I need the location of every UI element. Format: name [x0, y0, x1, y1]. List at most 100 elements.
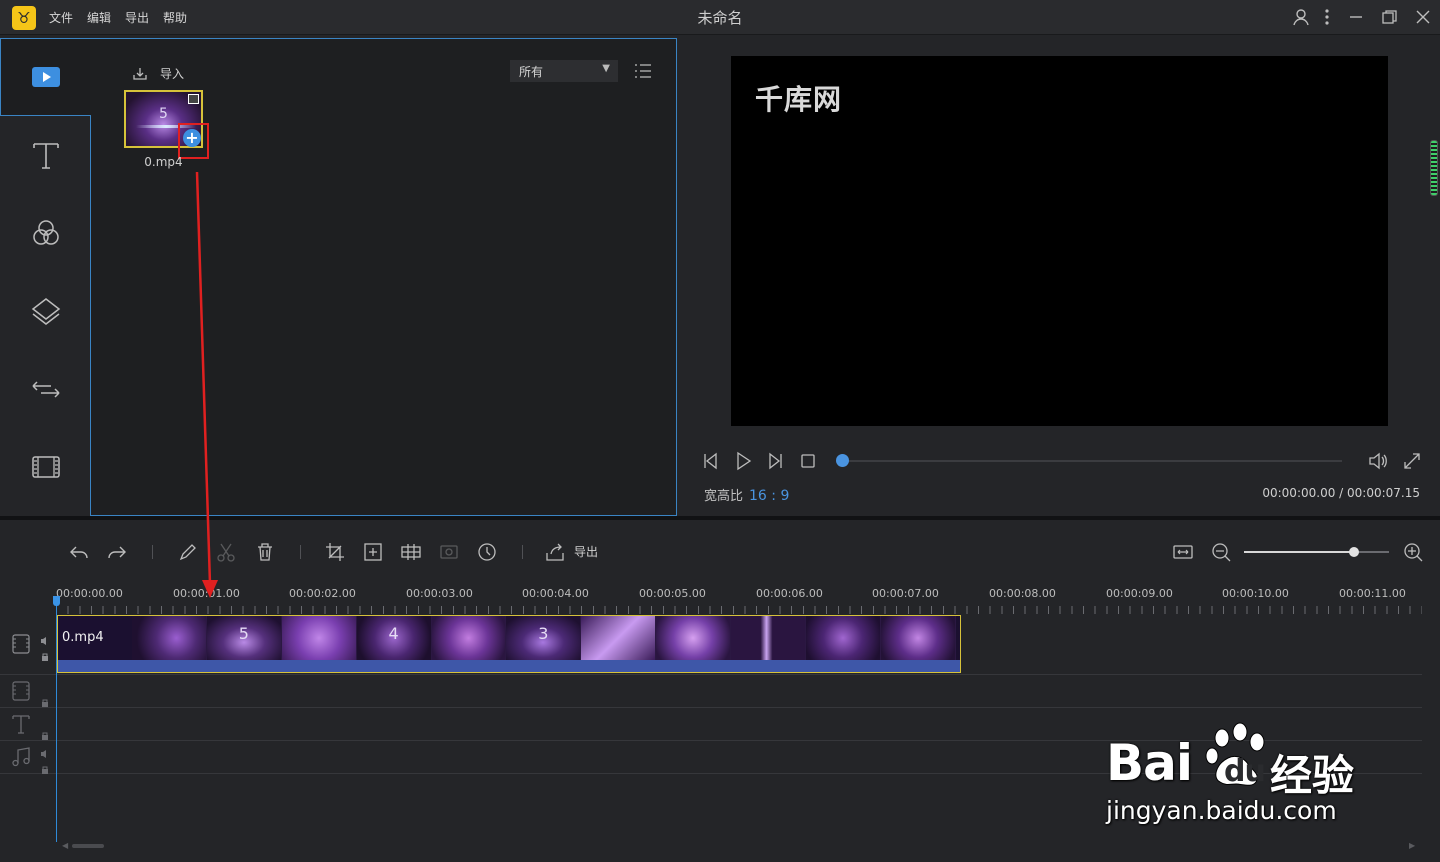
menu-help[interactable]: 帮助: [163, 9, 187, 26]
more-icon[interactable]: [1316, 6, 1338, 28]
menu-edit[interactable]: 编辑: [87, 9, 111, 26]
aspect-label: 宽高比: [704, 489, 744, 504]
clip-frame: [132, 616, 207, 660]
export-button[interactable]: 导出: [574, 543, 598, 560]
aspect-value[interactable]: 16 : 9: [749, 488, 789, 504]
freeze-frame-icon[interactable]: [438, 541, 460, 563]
ruler-label: 00:00:06.00: [756, 587, 823, 600]
clip-frame: 4: [356, 616, 432, 660]
mosaic-icon[interactable]: [400, 541, 422, 563]
rail-text[interactable]: [0, 116, 91, 194]
aspect-ratio[interactable]: 宽高比 16 : 9: [704, 485, 789, 504]
text-icon: [32, 143, 59, 169]
speed-icon[interactable]: [476, 541, 498, 563]
watermark-url: jingyan.baidu.com: [1106, 796, 1337, 825]
separator: [522, 545, 523, 559]
transition-icon: [31, 381, 60, 398]
undo-icon[interactable]: [68, 541, 90, 563]
playhead-handle[interactable]: [53, 596, 60, 606]
edit-icon[interactable]: [177, 541, 199, 563]
list-view-icon[interactable]: [634, 63, 652, 79]
media-icon: [32, 67, 60, 87]
separator: [152, 545, 153, 559]
lock-icon[interactable]: [40, 693, 50, 707]
scissors-icon[interactable]: [215, 541, 237, 563]
zoom-slider[interactable]: [1244, 551, 1389, 553]
menu-export[interactable]: 导出: [125, 9, 149, 26]
clip-frame: [431, 616, 507, 660]
import-icon: [133, 67, 147, 80]
ruler-label: 00:00:08.00: [989, 587, 1056, 600]
baidu-watermark: Bai du 经验 jingyan.baidu.com: [1100, 720, 1400, 840]
mute-icon[interactable]: [40, 631, 50, 645]
clip-frame: [806, 616, 881, 660]
import-label: 导入: [160, 67, 185, 81]
fit-timeline-icon[interactable]: [1172, 541, 1194, 563]
timeline-scrollbar[interactable]: [72, 844, 104, 848]
app-logo: ♉: [12, 6, 36, 30]
clip-audio-bar: [58, 660, 960, 672]
zoom-knob[interactable]: [1349, 547, 1360, 557]
delete-icon[interactable]: [254, 541, 276, 563]
ruler-label: 00:00:10.00: [1222, 587, 1289, 600]
time-ruler[interactable]: 00:00:00.00 00:00:01.00 00:00:02.00 00:0…: [56, 582, 1422, 614]
menu-file[interactable]: 文件: [49, 9, 73, 26]
scroll-left-icon[interactable]: ◀: [62, 841, 68, 850]
minimize-icon[interactable]: [1345, 6, 1367, 28]
crop-icon[interactable]: [324, 541, 346, 563]
clip-frame: [581, 616, 657, 660]
resize-icon[interactable]: [362, 541, 384, 563]
user-icon[interactable]: [1290, 6, 1312, 28]
playback-progress[interactable]: [842, 460, 1342, 462]
watermark-brand: Bai: [1106, 734, 1193, 792]
restore-icon[interactable]: [1378, 6, 1400, 28]
play-icon[interactable]: [733, 451, 753, 471]
filter-dropdown[interactable]: 所有 ▼: [510, 60, 618, 82]
lock-icon[interactable]: [40, 726, 50, 740]
zoom-in-icon[interactable]: [1402, 541, 1424, 563]
mute-icon[interactable]: [40, 744, 50, 758]
scroll-right-icon[interactable]: ▶: [1409, 841, 1415, 850]
zoom-out-icon[interactable]: [1210, 541, 1232, 563]
ruler-label: 00:00:03.00: [406, 587, 473, 600]
rail-elements[interactable]: [0, 428, 91, 506]
preview-screen: 千库网: [731, 56, 1388, 426]
rail-media[interactable]: [0, 38, 91, 116]
filter-value: 所有: [519, 65, 544, 79]
import-button[interactable]: 导入: [132, 65, 184, 82]
chevron-down-icon: ▼: [602, 63, 610, 74]
menu-bar: 文件 编辑 导出 帮助: [49, 9, 187, 26]
ruler-label: 00:00:02.00: [289, 587, 356, 600]
ruler-label: 00:00:05.00: [639, 587, 706, 600]
export-icon[interactable]: [544, 541, 566, 563]
lock-icon[interactable]: [40, 760, 50, 774]
rail-overlay[interactable]: [0, 272, 91, 350]
close-icon[interactable]: [1412, 6, 1434, 28]
overlay-track-icon: [10, 680, 32, 702]
rail-filters[interactable]: [0, 194, 91, 272]
playhead[interactable]: [56, 598, 57, 842]
video-track-2: [0, 675, 1422, 708]
redo-icon[interactable]: [106, 541, 128, 563]
add-to-timeline-button[interactable]: +: [183, 129, 201, 147]
zoom-fill: [1244, 551, 1355, 553]
stop-icon[interactable]: [798, 451, 818, 471]
prev-frame-icon[interactable]: [701, 451, 721, 471]
ruler-label: 00:00:00.00: [56, 587, 123, 600]
lock-icon[interactable]: [40, 647, 50, 661]
timecode: 00:00:00.00 / 00:00:07.15: [1262, 486, 1420, 500]
clip-frames: 5 4 3: [132, 616, 956, 660]
timeline-clip[interactable]: 0.mp4 5 4 3: [57, 615, 961, 673]
ruler-label: 00:00:11.00: [1339, 587, 1406, 600]
fullscreen-icon[interactable]: [1402, 451, 1422, 471]
panel-border: [90, 115, 91, 516]
media-filename: 0.mp4: [144, 155, 183, 169]
separator: [300, 545, 301, 559]
progress-knob[interactable]: [836, 454, 849, 467]
media-library-panel: 导入 所有 ▼ 5 + 0.mp4: [90, 38, 677, 516]
thumb-number: 5: [159, 106, 168, 122]
video-type-icon: [188, 94, 199, 104]
rail-transitions[interactable]: [0, 350, 91, 428]
next-frame-icon[interactable]: [765, 451, 785, 471]
volume-icon[interactable]: [1368, 451, 1388, 471]
